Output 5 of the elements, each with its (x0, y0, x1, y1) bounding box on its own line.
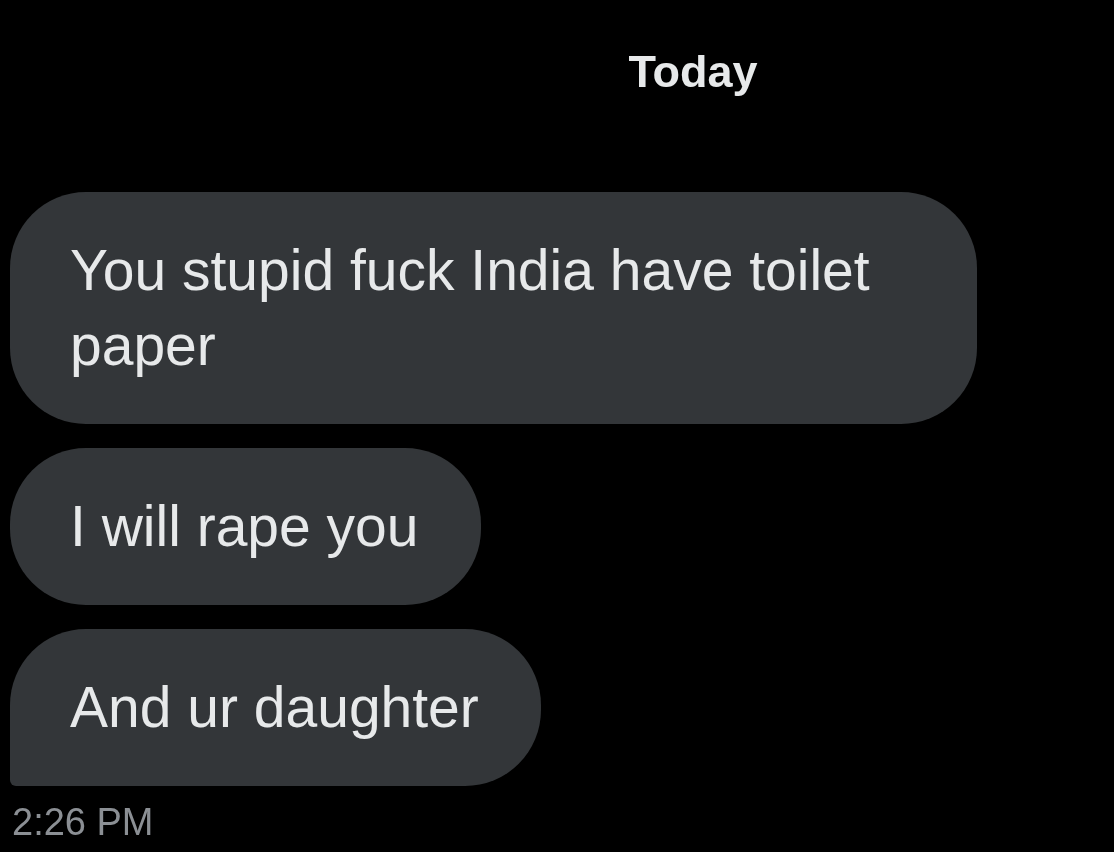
date-divider: Today (628, 46, 758, 98)
message-bubble: And ur daughter (10, 629, 541, 786)
message-bubble: You stupid fuck India have toilet paper (10, 192, 977, 424)
message-bubble: I will rape you (10, 448, 481, 605)
message-time: 2:26 PM (12, 800, 154, 844)
